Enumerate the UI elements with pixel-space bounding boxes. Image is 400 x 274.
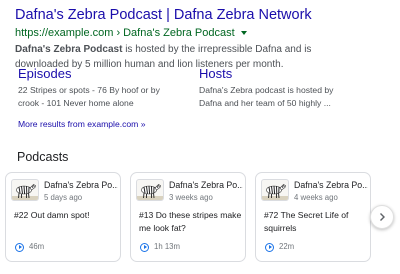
sitelink-hosts: Hosts Dafna's Zebra podcast is hosted by…: [199, 66, 349, 110]
episode-duration: 1h 13m: [154, 242, 181, 251]
episode-duration: 46m: [29, 242, 45, 251]
podcasts-heading: Podcasts: [17, 150, 69, 164]
zebra-thumbnail-icon: [261, 179, 289, 201]
search-result: Dafna's Zebra Podcast | Dafna Zebra Netw…: [15, 6, 387, 72]
zebra-thumbnail-icon: [136, 179, 164, 201]
more-results-link[interactable]: More results from example.com »: [18, 119, 146, 130]
play-circle-icon[interactable]: [15, 242, 24, 252]
result-breadcrumb[interactable]: Dafna's Zebra Podcast: [123, 26, 235, 40]
sitelink-hosts-title[interactable]: Hosts: [199, 66, 349, 82]
episode-title: #22 Out damn spot!: [14, 210, 90, 220]
chevron-right-icon: [380, 213, 385, 221]
result-url-row: https://example.com › Dafna's Zebra Podc…: [15, 26, 387, 40]
sitelink-hosts-description: Dafna's Zebra podcast is hosted by Dafna…: [199, 85, 334, 108]
play-control[interactable]: 22m: [265, 242, 294, 252]
play-control[interactable]: 46m: [15, 242, 44, 252]
result-url[interactable]: https://example.com: [15, 26, 113, 40]
snippet-bold-term: Dafna's Zebra Podcast: [15, 44, 123, 55]
podcast-date: 4 weeks ago: [294, 193, 338, 202]
podcast-card[interactable]: Dafna's Zebra Po... 4 weeks ago #72 The …: [255, 172, 371, 262]
episode-title: #72 The Secret Life of squirrels: [264, 210, 349, 233]
carousel-next-button[interactable]: [370, 205, 394, 229]
podcast-date: 3 weeks ago: [169, 193, 213, 202]
zebra-thumbnail-icon: [11, 179, 39, 201]
podcast-card[interactable]: Dafna's Zebra Po... 5 days ago #22 Out d…: [5, 172, 121, 262]
sitelink-episodes: Episodes 22 Stripes or spots - 76 By hoo…: [18, 66, 168, 110]
play-circle-icon[interactable]: [140, 242, 149, 252]
podcast-name: Dafna's Zebra Po...: [294, 180, 368, 190]
caret-down-icon[interactable]: [240, 31, 247, 35]
podcast-name: Dafna's Zebra Po...: [44, 180, 118, 190]
podcast-carousel: Dafna's Zebra Po... 5 days ago #22 Out d…: [5, 172, 385, 264]
podcast-name: Dafna's Zebra Po...: [169, 180, 243, 190]
podcast-date: 5 days ago: [44, 193, 83, 202]
podcast-card[interactable]: Dafna's Zebra Po... 3 weeks ago #13 Do t…: [130, 172, 246, 262]
play-control[interactable]: 1h 13m: [140, 242, 180, 252]
sitelink-episodes-title[interactable]: Episodes: [18, 66, 168, 82]
result-title-link[interactable]: Dafna's Zebra Podcast | Dafna Zebra Netw…: [15, 6, 387, 24]
play-circle-icon[interactable]: [265, 242, 274, 252]
sitelink-episodes-description: 22 Stripes or spots - 76 By hoof or by c…: [18, 85, 160, 108]
episode-duration: 22m: [279, 242, 295, 251]
url-separator: ›: [116, 27, 121, 39]
episode-title: #13 Do these stripes make me look fat?: [139, 210, 242, 233]
